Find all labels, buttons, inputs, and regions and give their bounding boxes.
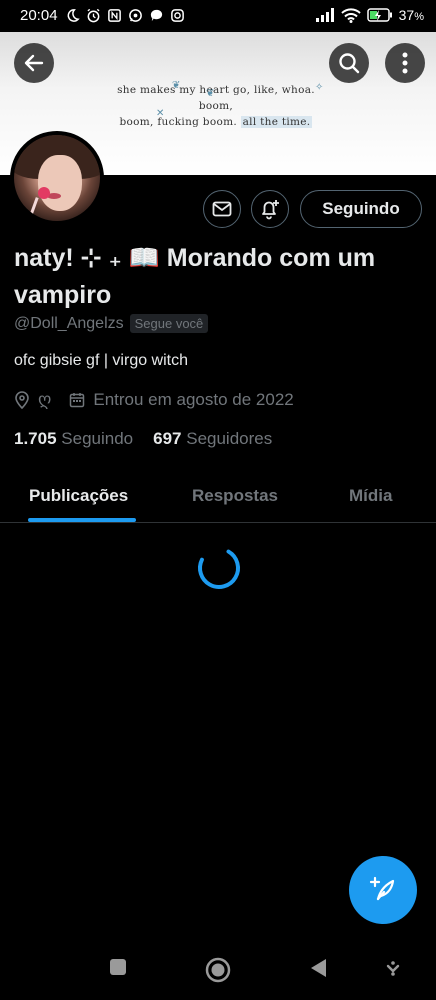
alarm-icon bbox=[87, 8, 100, 23]
tab-respostas[interactable]: Respostas bbox=[192, 486, 278, 506]
battery-unit: % bbox=[414, 11, 424, 23]
avatar-face bbox=[38, 155, 82, 211]
loading-spinner-icon bbox=[198, 547, 240, 589]
sparkle-icon: ✧ bbox=[315, 82, 324, 93]
followers-label: Seguidores bbox=[186, 429, 273, 448]
system-navigation-bar bbox=[0, 940, 436, 1000]
signal-icon bbox=[315, 8, 334, 22]
following-stat[interactable]: 1.705 Seguindo bbox=[14, 429, 133, 449]
tab-midia[interactable]: Mídia bbox=[349, 486, 392, 506]
banner-quote-line1: she makes my heart go, like, whoa. boom, bbox=[117, 84, 315, 112]
feather-plus-icon bbox=[369, 876, 395, 901]
active-tab-indicator bbox=[28, 518, 136, 522]
nfc-icon bbox=[108, 9, 121, 22]
search-icon bbox=[339, 53, 360, 74]
message-button[interactable] bbox=[203, 190, 241, 228]
chat-bubble-icon bbox=[150, 9, 163, 22]
sparkle-icon: ✕ bbox=[156, 108, 165, 119]
display-name: naty! ⊹ ₊ 📖 Morando com um vampiro bbox=[14, 244, 376, 309]
back-button[interactable] bbox=[14, 43, 54, 83]
banner-quote-highlight: all the time. bbox=[240, 116, 313, 128]
wifi-icon bbox=[340, 7, 361, 23]
instagram-icon bbox=[171, 9, 184, 22]
status-right-icons: 37% bbox=[315, 7, 424, 23]
followers-stat[interactable]: 697 Seguidores bbox=[153, 429, 272, 449]
hide-nav-bar-button[interactable] bbox=[386, 960, 400, 976]
more-options-button[interactable] bbox=[385, 43, 425, 83]
home-button[interactable] bbox=[205, 957, 231, 983]
moon-icon bbox=[67, 9, 80, 22]
location-text: ღ bbox=[38, 390, 52, 409]
calendar-icon bbox=[70, 393, 85, 408]
location-pin-icon bbox=[15, 391, 29, 409]
following-button[interactable]: Seguindo bbox=[300, 190, 422, 228]
battery-icon bbox=[366, 8, 392, 22]
follow-stats: 1.705 Seguindo 697 Seguidores bbox=[14, 429, 272, 449]
bio: ofc gibsie gf | virgo witch bbox=[14, 352, 189, 369]
back-nav-button[interactable] bbox=[309, 958, 327, 978]
followers-count: 697 bbox=[153, 429, 182, 448]
tab-publicacoes[interactable]: Publicações bbox=[29, 486, 128, 506]
whatsapp-icon bbox=[129, 9, 142, 22]
butterfly-icon: ❦ bbox=[172, 80, 181, 91]
handle-row: @Doll_Angelzs Segue você bbox=[14, 314, 209, 333]
avatar-lollipop bbox=[38, 187, 50, 199]
banner-quote-line2: boom, fucking boom. bbox=[119, 116, 237, 128]
profile-tabs: Publicações Respostas Mídia bbox=[0, 468, 436, 523]
butterfly-icon: ❦ bbox=[206, 88, 215, 99]
handle: @Doll_Angelzs bbox=[14, 314, 124, 332]
status-time: 20:04 bbox=[20, 7, 58, 24]
recents-button[interactable] bbox=[109, 958, 127, 976]
more-vertical-icon bbox=[402, 52, 408, 74]
search-button[interactable] bbox=[329, 43, 369, 83]
following-label: Seguindo bbox=[61, 429, 134, 448]
battery-level: 37 bbox=[398, 7, 415, 23]
profile-meta: ღ Entrou em agosto de 2022 bbox=[14, 390, 294, 410]
envelope-icon bbox=[212, 201, 232, 217]
bell-plus-icon bbox=[262, 200, 279, 220]
arrow-left-icon bbox=[24, 54, 44, 72]
notifications-button[interactable] bbox=[251, 190, 289, 228]
follows-you-badge: Segue você bbox=[129, 314, 209, 333]
status-notification-icons bbox=[65, 8, 185, 23]
compose-post-button[interactable] bbox=[349, 856, 417, 924]
status-bar: 20:04 37% bbox=[0, 0, 436, 32]
avatar[interactable] bbox=[10, 131, 104, 225]
joined-date: Entrou em agosto de 2022 bbox=[93, 390, 294, 409]
banner-quote: she makes my heart go, like, whoa. boom,… bbox=[100, 82, 332, 130]
following-count: 1.705 bbox=[14, 429, 57, 448]
avatar-lollipop-stick bbox=[28, 197, 39, 219]
